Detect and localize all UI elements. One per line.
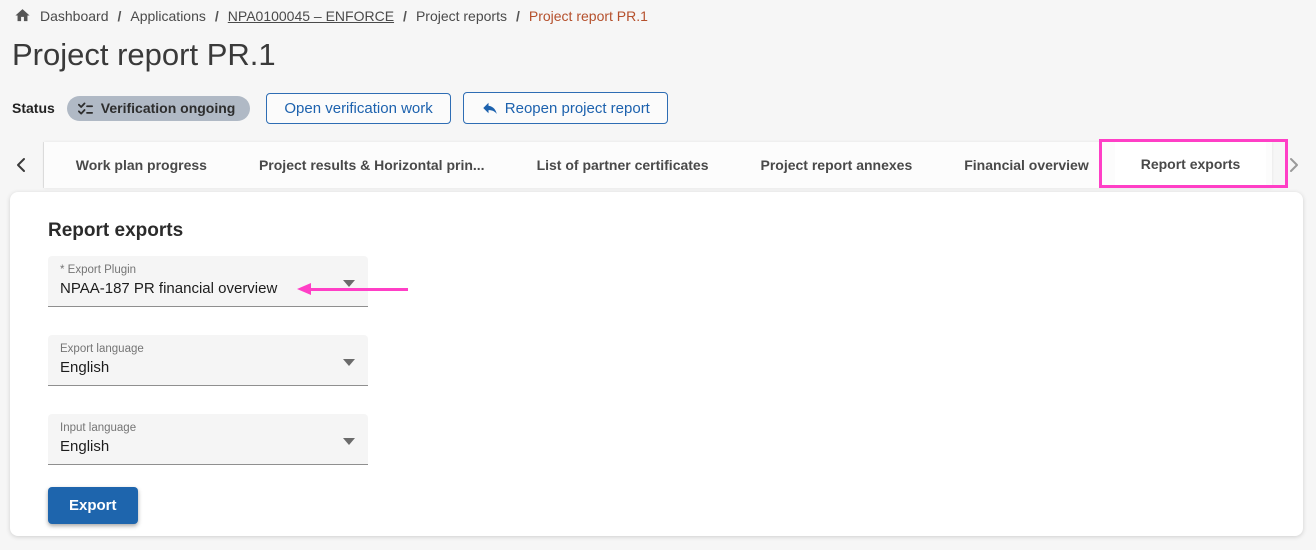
input-language-field-wrap: Input language English <box>48 414 368 465</box>
breadcrumb-item-dashboard[interactable]: Dashboard <box>40 8 109 24</box>
export-language-field-wrap: Export language English <box>48 335 368 386</box>
status-row: Status Verification ongoing Open verific… <box>12 92 1316 124</box>
tab-bar: Work plan progress Project results & Hor… <box>0 139 1316 188</box>
breadcrumb-separator: / <box>515 7 520 24</box>
export-plugin-value: NPAA-187 PR financial overview <box>60 280 278 297</box>
panel-heading: Report exports <box>48 220 184 241</box>
reopen-project-report-button[interactable]: Reopen project report <box>462 92 668 124</box>
caret-down-icon <box>343 359 355 366</box>
report-exports-panel: Report exports * Export Plugin NPAA-187 … <box>10 192 1303 536</box>
export-language-value: English <box>60 359 110 376</box>
undo-icon <box>481 99 499 117</box>
tab-partner-certificates[interactable]: List of partner certificates <box>511 142 735 188</box>
input-language-value: English <box>60 438 110 455</box>
breadcrumb-item-project-reports[interactable]: Project reports <box>416 8 507 24</box>
tab-project-results[interactable]: Project results & Horizontal prin... <box>233 142 511 188</box>
export-button[interactable]: Export <box>48 487 138 524</box>
breadcrumb-item-applications[interactable]: Applications <box>130 8 206 24</box>
breadcrumb-item-application-id[interactable]: NPA0100045 – ENFORCE <box>228 8 394 24</box>
open-verification-work-button[interactable]: Open verification work <box>266 92 451 124</box>
breadcrumb-separator: / <box>403 7 407 24</box>
caret-down-icon <box>343 280 355 287</box>
chevron-left-icon <box>14 157 28 173</box>
open-verification-work-label: Open verification work <box>284 99 433 117</box>
chevron-right-icon <box>1287 157 1301 173</box>
breadcrumb-item-current: Project report PR.1 <box>528 7 648 24</box>
export-language-label: Export language <box>60 343 144 355</box>
caret-down-icon <box>343 438 355 445</box>
tab-work-plan-progress[interactable]: Work plan progress <box>50 142 233 188</box>
export-plugin-field-wrap: * Export Plugin NPAA-187 PR financial ov… <box>48 256 408 307</box>
tabs-scroll-left-button[interactable] <box>0 142 44 188</box>
reopen-project-report-label: Reopen project report <box>504 99 650 117</box>
status-badge: Verification ongoing <box>66 95 251 121</box>
input-language-label: Input language <box>60 422 137 434</box>
tab-project-report-annexes[interactable]: Project report annexes <box>735 142 939 188</box>
export-language-select[interactable]: Export language English <box>48 335 368 386</box>
page-title: Project report PR.1 <box>12 37 276 72</box>
tab-financial-overview[interactable]: Financial overview <box>938 142 1115 188</box>
home-icon[interactable] <box>14 7 31 24</box>
checklist-icon <box>77 100 94 117</box>
breadcrumb: Dashboard / Applications / NPA0100045 – … <box>0 0 1316 24</box>
status-badge-text: Verification ongoing <box>100 100 236 116</box>
breadcrumb-separator: / <box>214 7 219 24</box>
export-plugin-label: * Export Plugin <box>60 264 137 276</box>
input-language-select[interactable]: Input language English <box>48 414 368 465</box>
tabs-scroll-right-button[interactable] <box>1272 142 1316 188</box>
tab-report-exports-label: Report exports <box>1140 155 1241 172</box>
tab-strip: Work plan progress Project results & Hor… <box>43 139 1289 188</box>
tab-report-exports[interactable]: Report exports <box>1098 139 1289 188</box>
status-label: Status <box>12 100 55 116</box>
export-plugin-select[interactable]: * Export Plugin NPAA-187 PR financial ov… <box>48 256 368 307</box>
breadcrumb-separator: / <box>117 7 122 24</box>
